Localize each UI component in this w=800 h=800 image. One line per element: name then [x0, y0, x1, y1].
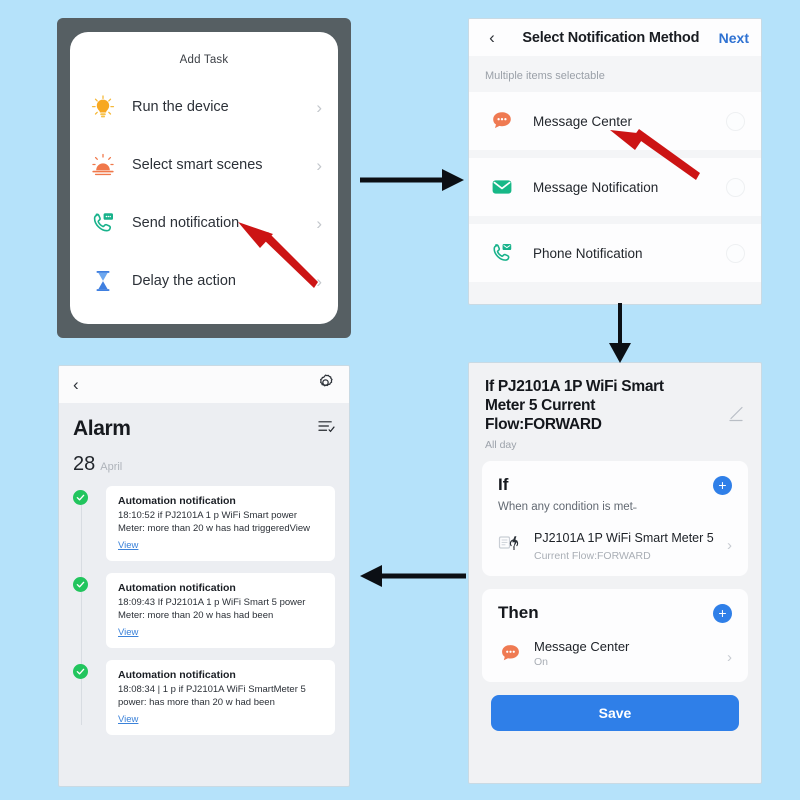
notification-method-navbar: ‹ Select Notification Method Next	[469, 19, 761, 56]
option-label: Message Notification	[533, 179, 659, 195]
check-circle-icon	[73, 664, 88, 679]
save-button[interactable]: Save	[491, 695, 739, 731]
notification-timeline: Automation notification 18:10:52 if PJ21…	[73, 486, 335, 735]
task-label: Send notification	[132, 215, 240, 231]
panel-select-notification-method: ‹ Select Notification Method Next Multip…	[468, 18, 762, 305]
add-task-list: Run the device › Select smart scenes › S…	[70, 78, 338, 310]
arrow-addtask-to-method	[360, 169, 464, 191]
lightbulb-icon	[88, 92, 118, 122]
diagram-canvas: Add Task Run the device › Select smart s…	[0, 0, 800, 800]
radio-message-center[interactable]	[726, 111, 745, 131]
chevron-right-icon: ›	[727, 649, 732, 666]
task-label: Run the device	[132, 99, 229, 115]
if-device-row[interactable]: PJ2101A 1P WiFi Smart Meter 5 Current Fl…	[498, 529, 732, 562]
panel-add-task: Add Task Run the device › Select smart s…	[57, 18, 351, 338]
view-link[interactable]: View	[118, 540, 138, 551]
automation-title: If PJ2101A 1P WiFi Smart Meter 5 Current…	[485, 378, 664, 433]
back-icon[interactable]: ‹	[481, 28, 503, 48]
view-link[interactable]: View	[118, 627, 138, 638]
if-device-name: PJ2101A 1P WiFi Smart Meter 5	[534, 531, 714, 545]
if-card: If + When any condition is met˗ PJ2101A …	[482, 461, 748, 576]
hourglass-icon	[88, 266, 118, 296]
automation-header: If PJ2101A 1P WiFi Smart Meter 5 Current…	[469, 363, 761, 461]
if-keyword: If	[498, 475, 509, 494]
task-row-delay-the-action[interactable]: Delay the action ›	[70, 252, 338, 310]
chat-bubble-icon	[498, 642, 522, 666]
notification-card[interactable]: Automation notification 18:10:52 if PJ21…	[106, 486, 335, 561]
then-card-header: Then +	[498, 603, 732, 623]
chevron-right-icon: ›	[316, 271, 322, 291]
option-row-message-notification[interactable]: Message Notification	[469, 158, 761, 216]
task-row-run-the-device[interactable]: Run the device ›	[70, 78, 338, 136]
list-item[interactable]: Automation notification 18:10:52 if PJ21…	[73, 486, 335, 561]
chevron-right-icon: ›	[727, 537, 732, 554]
notification-title: Automation notification	[118, 669, 236, 681]
then-action-name: Message Center	[534, 639, 630, 654]
option-label: Phone Notification	[533, 245, 643, 261]
pencil-icon[interactable]	[727, 405, 745, 423]
notification-title: Automation notification	[118, 582, 236, 594]
then-action-text: Message Center On	[534, 639, 727, 668]
task-label: Delay the action	[132, 273, 236, 289]
view-link[interactable]: View	[118, 714, 138, 725]
phone-message-icon	[88, 208, 118, 238]
multiple-select-hint: Multiple items selectable	[485, 70, 605, 82]
radio-phone-notification[interactable]	[726, 243, 745, 263]
page-title: Select Notification Method	[522, 29, 700, 46]
chevron-right-icon: ›	[316, 97, 322, 117]
notification-body: 18:10:52 if PJ2101A 1 p WiFi Smart power…	[118, 510, 311, 534]
radio-message-notification[interactable]	[726, 177, 745, 197]
list-item[interactable]: Automation notification 18:09:43 If PJ21…	[73, 573, 335, 648]
alarm-date-month: April	[100, 461, 123, 473]
add-task-title: Add Task	[179, 54, 229, 66]
if-card-header: If +	[498, 475, 732, 495]
page-title: Alarm	[73, 417, 131, 440]
alarm-body: Alarm 28 April Automation notification 1…	[59, 403, 349, 735]
alarm-date: 28 April	[73, 453, 335, 476]
phone-screen-add-task: Add Task Run the device › Select smart s…	[70, 32, 338, 324]
check-circle-icon	[73, 490, 88, 505]
notification-body: 18:08:34 | 1 p if PJ2101A WiFi SmartMete…	[118, 684, 306, 708]
task-label: Select smart scenes	[132, 157, 263, 173]
task-row-select-smart-scenes[interactable]: Select smart scenes ›	[70, 136, 338, 194]
filter-list-icon[interactable]	[318, 419, 335, 439]
panel-alarm: ‹ Alarm 28 April Automation notification…	[58, 365, 350, 787]
panel-automation-detail: If PJ2101A 1P WiFi Smart Meter 5 Current…	[468, 362, 762, 784]
notification-card[interactable]: Automation notification 18:08:34 | 1 p i…	[106, 660, 335, 735]
if-device-state: Current Flow:FORWARD	[534, 550, 651, 562]
option-label: Message Center	[533, 113, 633, 129]
next-button[interactable]: Next	[719, 30, 749, 46]
list-item[interactable]: Automation notification 18:08:34 | 1 p i…	[73, 660, 335, 735]
chevron-right-icon: ›	[316, 155, 322, 175]
notification-body: 18:09:43 If PJ2101A 1 p WiFi Smart 5 pow…	[118, 597, 306, 621]
sunrise-scene-icon	[88, 150, 118, 180]
alarm-navbar: ‹	[59, 366, 349, 403]
if-device-text: PJ2101A 1P WiFi Smart Meter 5 Current Fl…	[534, 529, 727, 562]
automation-schedule: All day	[485, 439, 517, 451]
chat-bubble-icon	[489, 108, 515, 134]
plus-icon-if[interactable]: +	[713, 475, 732, 495]
check-circle-icon	[73, 577, 88, 592]
gear-icon[interactable]	[316, 373, 335, 397]
task-row-send-notification[interactable]: Send notification ›	[70, 194, 338, 252]
alarm-date-day: 28	[73, 453, 96, 475]
then-action-row[interactable]: Message Center On ›	[498, 639, 732, 668]
plus-icon-then[interactable]: +	[713, 603, 732, 623]
arrow-method-to-detail	[609, 303, 631, 363]
envelope-icon	[489, 174, 515, 200]
back-icon[interactable]: ‹	[73, 375, 79, 395]
smart-meter-icon	[498, 533, 524, 559]
then-card: Then + Message Center On ›	[482, 589, 748, 682]
chevron-right-icon: ›	[316, 213, 322, 233]
option-row-message-center[interactable]: Message Center	[469, 92, 761, 150]
notification-title: Automation notification	[118, 495, 236, 507]
option-row-phone-notification[interactable]: Phone Notification	[469, 224, 761, 282]
condition-mode[interactable]: When any condition is met˗	[498, 501, 732, 513]
arrow-detail-to-alarm	[360, 565, 466, 587]
then-keyword: Then	[498, 603, 539, 622]
then-action-state: On	[534, 656, 549, 668]
notification-card[interactable]: Automation notification 18:09:43 If PJ21…	[106, 573, 335, 648]
phone-message-icon	[489, 240, 515, 266]
alarm-title-row: Alarm	[73, 417, 335, 441]
